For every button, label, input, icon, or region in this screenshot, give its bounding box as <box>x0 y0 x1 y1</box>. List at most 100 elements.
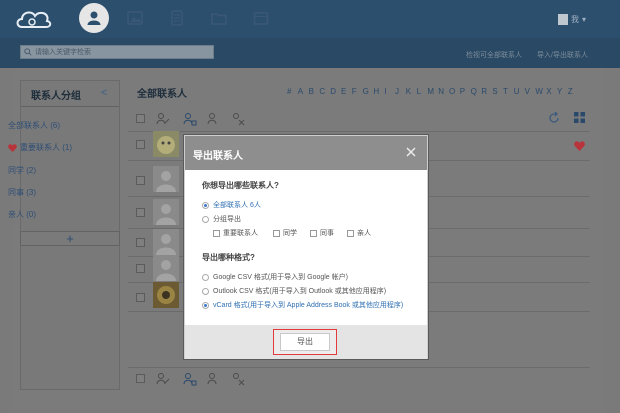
alphabet-letter[interactable]: R <box>481 87 487 96</box>
alphabet-letter[interactable]: # <box>287 87 291 96</box>
dialog-header: 导出联系人 <box>185 136 427 170</box>
collapse-icon[interactable]: < <box>101 87 111 99</box>
alphabet-letter[interactable]: U <box>514 87 520 96</box>
cloud-logo-icon <box>16 11 52 28</box>
delete-contact-icon[interactable] <box>231 112 245 126</box>
heart-icon <box>8 143 17 152</box>
calendar-icon <box>253 12 269 25</box>
alphabet-letter[interactable]: Z <box>568 87 573 96</box>
delete-contact-icon[interactable] <box>231 372 245 386</box>
search-input[interactable]: 请输入关键字检索 <box>20 45 214 59</box>
avatar[interactable] <box>153 229 179 255</box>
alphabet-letter[interactable]: I <box>384 87 386 96</box>
avatar[interactable] <box>153 199 179 225</box>
checkbox-icon <box>273 229 280 237</box>
alphabet-letter[interactable]: B <box>309 87 314 96</box>
avatar[interactable] <box>153 131 179 157</box>
edit-contact-icon[interactable] <box>156 372 170 386</box>
radio-selected-icon <box>202 201 209 209</box>
radio-selected-icon <box>202 301 209 309</box>
group-checkbox-colleagues[interactable]: 同事 <box>310 228 334 238</box>
group-checkbox-family[interactable]: 亲人 <box>347 228 371 238</box>
avatar[interactable] <box>153 166 179 192</box>
grid-view-icon[interactable] <box>574 112 585 123</box>
alphabet-letter[interactable]: Q <box>471 87 477 96</box>
sidebar-item-family[interactable]: 亲人 (0) <box>8 209 36 220</box>
alphabet-letter[interactable]: D <box>330 87 336 96</box>
dialog-title: 导出联系人 <box>193 151 243 162</box>
merge-icon[interactable] <box>207 372 221 386</box>
dialog-footer: 导出 <box>185 325 427 359</box>
tab-notes[interactable] <box>162 3 192 33</box>
alphabet-letter[interactable]: S <box>492 87 497 96</box>
row-checkbox[interactable] <box>136 293 145 302</box>
avatar[interactable] <box>153 255 179 281</box>
export-button[interactable]: 导出 <box>280 333 330 351</box>
alphabet-letter[interactable]: L <box>417 87 421 96</box>
sidebar-item-all[interactable]: 全部联系人 (6) <box>8 120 60 131</box>
row-checkbox[interactable] <box>136 238 145 247</box>
folder-icon <box>211 13 227 25</box>
alphabet-letter[interactable]: O <box>449 87 455 96</box>
avatar[interactable] <box>153 282 179 308</box>
refresh-icon[interactable] <box>548 111 560 124</box>
group-checkbox-classmates[interactable]: 同学 <box>273 228 297 238</box>
tab-calendar[interactable] <box>246 3 276 33</box>
alphabet-letter[interactable]: V <box>525 87 530 96</box>
format-outlook-csv[interactable]: Outlook CSV 格式(用于导入到 Outlook 或其他应用程序) <box>202 286 386 296</box>
select-all-checkbox-bottom[interactable] <box>136 374 145 383</box>
group-checkbox-important[interactable]: 重要联系人 <box>213 228 258 238</box>
group-assign-icon[interactable] <box>183 112 197 126</box>
alphabet-letter[interactable]: A <box>298 87 303 96</box>
search-placeholder: 请输入关键字检索 <box>35 49 91 56</box>
alphabet-letter[interactable]: M <box>427 87 434 96</box>
merge-icon[interactable] <box>207 112 221 126</box>
alphabet-letter[interactable]: W <box>535 87 543 96</box>
user-menu[interactable]: 我 ▾ <box>557 12 586 26</box>
alphabet-letter[interactable]: X <box>546 87 551 96</box>
add-group-button[interactable]: + <box>20 231 120 246</box>
tab-contacts[interactable] <box>79 3 109 33</box>
avatar <box>557 13 568 25</box>
import-export-link[interactable]: 导入/导出联系人 <box>537 50 588 60</box>
select-all-checkbox[interactable] <box>136 114 145 123</box>
alphabet-letter[interactable]: H <box>373 87 379 96</box>
close-icon[interactable] <box>405 146 417 158</box>
heart-icon[interactable] <box>574 141 585 151</box>
option-label: Google CSV 格式(用于导入到 Google 帐户) <box>213 274 348 281</box>
row-checkbox[interactable] <box>136 208 145 217</box>
alphabet-letter[interactable]: J <box>395 87 399 96</box>
top-bar: 我 ▾ <box>0 0 620 38</box>
view-all-link[interactable]: 检视可全部联系人 <box>466 50 522 60</box>
group-assign-icon[interactable] <box>183 372 197 386</box>
format-google-csv[interactable]: Google CSV 格式(用于导入到 Google 帐户) <box>202 272 348 282</box>
sidebar-item-colleagues[interactable]: 同事 (3) <box>8 187 36 198</box>
row-checkbox[interactable] <box>136 264 145 273</box>
alphabet-letter[interactable]: G <box>363 87 369 96</box>
radio-icon <box>202 273 209 281</box>
sidebar-item-classmates[interactable]: 同学 (2) <box>8 165 36 176</box>
divider <box>128 367 590 368</box>
alphabet-letter[interactable]: C <box>319 87 325 96</box>
alphabet-letter[interactable]: F <box>352 87 357 96</box>
option-by-group[interactable]: 分组导出 <box>202 214 241 224</box>
export-button-highlight: 导出 <box>273 329 337 355</box>
alphabet-letter[interactable]: K <box>406 87 411 96</box>
alphabet-letter[interactable]: Y <box>557 87 562 96</box>
divider <box>21 106 119 107</box>
format-vcard[interactable]: vCard 格式(用于导入到 Apple Address Book 或其他应用程… <box>202 300 403 310</box>
row-checkbox[interactable] <box>136 176 145 185</box>
tab-gallery[interactable] <box>120 3 150 33</box>
sidebar-item-important[interactable]: 重要联系人 (1) <box>8 142 72 153</box>
alphabet-letter[interactable]: N <box>438 87 444 96</box>
row-checkbox[interactable] <box>136 140 145 149</box>
alphabet-letter[interactable]: P <box>460 87 465 96</box>
list-title: 全部联系人 <box>137 89 187 100</box>
alphabet-letter[interactable]: T <box>503 87 508 96</box>
user-name: 我 <box>570 14 579 24</box>
question-which-format: 导出哪种格式? <box>202 253 255 262</box>
alphabet-letter[interactable]: E <box>341 87 346 96</box>
option-all-contacts[interactable]: 全部联系人 6人 <box>202 200 261 210</box>
tab-files[interactable] <box>204 3 234 33</box>
edit-contact-icon[interactable] <box>156 112 170 126</box>
